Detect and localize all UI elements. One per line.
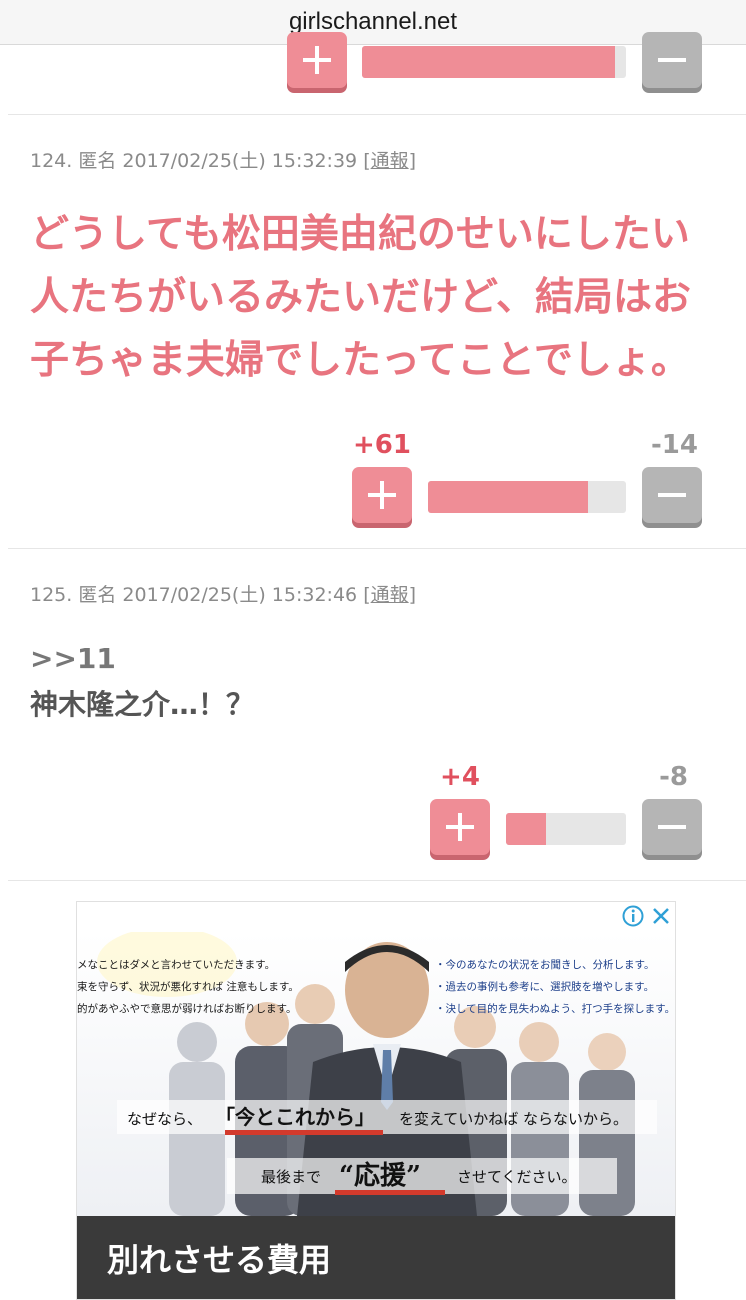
- report-link[interactable]: 通報: [371, 584, 409, 606]
- minus-count: -14: [651, 430, 698, 460]
- ad-caption-text: 別れさせる費用: [107, 1240, 332, 1279]
- comment-meta: 125. 匿名 2017/02/25(土) 15:32:46 [通報]: [30, 584, 417, 606]
- vote-ratio-fill: [362, 46, 616, 78]
- browser-address-bar[interactable]: girlschannel.net: [0, 0, 746, 45]
- ad-image: ・今のあなたの状況をお聞きし、分析します。 ・過去の事例も参考に、選択肢を増やし…: [77, 932, 675, 1216]
- comment-divider: [8, 114, 746, 115]
- ad-line1-key: 「今とこれから」: [215, 1105, 375, 1129]
- ad-controls: [621, 904, 673, 928]
- ad-line1-post: を変えていかねば ならないから。: [399, 1110, 628, 1128]
- minus-vote-button[interactable]: [642, 799, 702, 855]
- vote-ratio-fill: [428, 481, 589, 513]
- ad-bullet-right: ・今のあなたの状況をお聞きし、分析します。: [435, 958, 654, 971]
- quote-anchor-link[interactable]: >>11: [30, 636, 254, 682]
- minus-icon: [658, 825, 686, 829]
- ad-caption-bar[interactable]: 別れさせる費用: [77, 1216, 675, 1299]
- comment-datetime: 2017/02/25(土) 15:32:39: [122, 150, 358, 172]
- comment-divider: [8, 880, 746, 881]
- comment-author: 匿名: [78, 584, 117, 606]
- plus-vote-button[interactable]: [352, 467, 412, 523]
- plus-vote-button[interactable]: [287, 32, 347, 88]
- ad-bullet-left: 的があやふやで意思が弱ければお断りします。: [77, 1002, 296, 1015]
- minus-icon: [658, 493, 686, 497]
- advertisement[interactable]: ・今のあなたの状況をお聞きし、分析します。 ・過去の事例も参考に、選択肢を増やし…: [76, 901, 676, 1300]
- ad-line2-pre: 最後まで: [261, 1168, 321, 1186]
- ad-close-icon[interactable]: [649, 904, 673, 928]
- vote-ratio-bar: [362, 46, 626, 78]
- report-link[interactable]: 通報: [371, 150, 409, 172]
- comment-divider: [8, 548, 746, 549]
- comment-datetime: 2017/02/25(土) 15:32:46: [122, 584, 358, 606]
- ad-line2-key: “応援”: [339, 1160, 421, 1191]
- minus-vote-button[interactable]: [642, 467, 702, 523]
- vote-ratio-bar: [428, 481, 626, 513]
- comment-author: 匿名: [78, 150, 117, 172]
- comment-number: 125.: [30, 584, 73, 606]
- minus-icon: [658, 58, 686, 62]
- ad-bullet-right: ・決して目的を見失わぬよう、打つ手を探します。: [435, 1002, 675, 1015]
- ad-info-icon[interactable]: [621, 904, 645, 928]
- comment-number: 124.: [30, 150, 73, 172]
- comment-body: >>11 神木隆之介…！？: [30, 636, 254, 728]
- ad-bullet-right: ・過去の事例も参考に、選択肢を増やします。: [435, 980, 654, 993]
- comment-body: どうしても松田美由紀のせいにしたい 人たちがいるみたいだけど、結局はお 子ちゃま…: [30, 212, 692, 383]
- ad-bullet-left: メなことはダメと言わせていただきます。: [77, 958, 275, 971]
- ad-bullet-left: 束を守らず、状況が悪化すれば 注意もします。: [77, 980, 299, 993]
- plus-vote-button[interactable]: [430, 799, 490, 855]
- ad-line2-post: させてください。: [457, 1168, 577, 1186]
- minus-vote-button[interactable]: [642, 32, 702, 88]
- comment-meta: 124. 匿名 2017/02/25(土) 15:32:39 [通報]: [30, 150, 417, 172]
- ad-line1-pre: なぜなら、: [127, 1110, 202, 1128]
- vote-ratio-fill: [506, 813, 546, 845]
- plus-count: +4: [440, 762, 480, 792]
- plus-count: +61: [353, 430, 411, 460]
- minus-count: -8: [659, 762, 688, 792]
- vote-ratio-bar: [506, 813, 626, 845]
